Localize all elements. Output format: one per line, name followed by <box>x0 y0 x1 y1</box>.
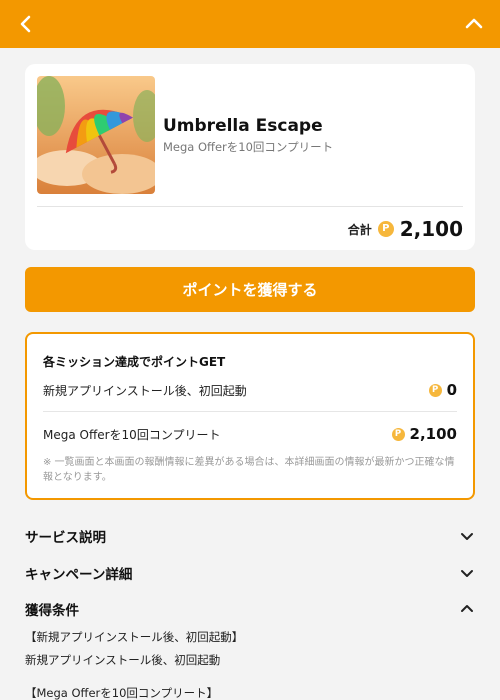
condition-heading: 【Mega Offerを10回コンプリート】 <box>25 686 219 700</box>
point-coin-icon: P <box>428 383 442 397</box>
divider <box>43 411 457 412</box>
section-title: キャンペーン詳細 <box>25 567 133 583</box>
section-earning-conditions[interactable]: 獲得条件 <box>25 597 475 621</box>
mission-points: P 2,100 <box>391 425 457 443</box>
section-service-description[interactable]: サービス説明 <box>25 524 475 548</box>
point-coin-icon: P <box>391 427 405 441</box>
offer-card: Umbrella Escape Mega Offerを10回コンプリート 合計 … <box>25 64 475 250</box>
mission-points-value: 2,100 <box>409 425 457 443</box>
point-coin-icon: P <box>377 221 394 237</box>
offer-subtitle: Mega Offerを10回コンプリート <box>163 140 334 154</box>
disclaimer-note: ※ 一覧画面と本画面の報酬情報に差異がある場合は、本詳細画面の情報が最新かつ正確… <box>43 457 455 483</box>
chevron-down-icon <box>461 570 473 577</box>
earn-points-button[interactable]: ポイントを獲得する <box>25 267 475 312</box>
section-title: 獲得条件 <box>25 603 79 619</box>
condition-body: 新規アプリインストール後、初回起動 <box>25 653 221 667</box>
chevron-down-icon <box>461 533 473 540</box>
mission-label: Mega Offerを10回コンプリート <box>43 427 221 442</box>
total-row: 合計 P 2,100 <box>348 216 463 242</box>
chevron-up-icon[interactable] <box>462 12 486 36</box>
chevron-up-icon <box>461 605 473 612</box>
mission-points-value: 0 <box>446 381 457 399</box>
mission-row: 新規アプリインストール後、初回起動 P 0 <box>43 380 457 400</box>
section-title: サービス説明 <box>25 530 106 546</box>
mission-box: 各ミッション達成でポイントGET 新規アプリインストール後、初回起動 P 0 M… <box>25 332 475 500</box>
condition-heading: 【新規アプリインストール後、初回起動】 <box>25 630 244 644</box>
total-label: 合計 <box>347 222 372 237</box>
mission-label: 新規アプリインストール後、初回起動 <box>43 383 247 398</box>
offer-thumbnail <box>37 76 155 194</box>
section-campaign-details[interactable]: キャンペーン詳細 <box>25 561 475 585</box>
mission-points: P 0 <box>428 381 457 399</box>
mission-row: Mega Offerを10回コンプリート P 2,100 <box>43 424 457 444</box>
chevron-left-icon[interactable] <box>14 12 38 36</box>
offer-title: Umbrella Escape <box>163 116 323 136</box>
divider <box>37 206 463 207</box>
total-points: 2,100 <box>399 217 463 241</box>
top-bar <box>0 0 500 48</box>
mission-heading: 各ミッション達成でポイントGET <box>43 355 226 369</box>
